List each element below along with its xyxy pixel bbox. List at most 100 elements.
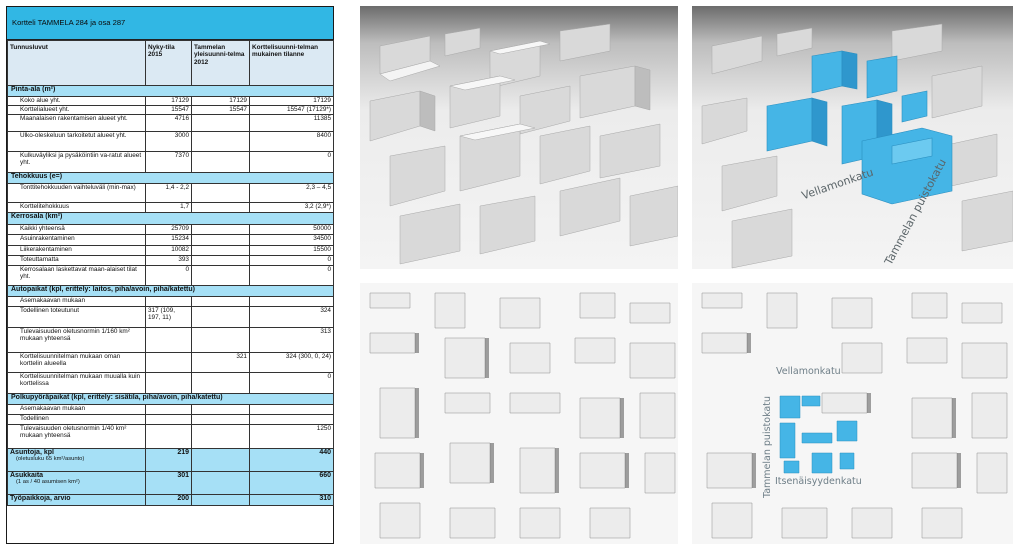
section-tehokkuus: Tehokkuus (e=) [7, 172, 334, 184]
perspective-render-current [369, 23, 678, 265]
cell-label: Todellinen [7, 414, 146, 425]
cell-value [145, 327, 192, 353]
cell-value [191, 327, 250, 353]
cell-label: Maanalaisen rakentamisen alueet yht. [7, 114, 146, 132]
cell-value: 0 [249, 265, 334, 286]
cell-value: 15547 [145, 105, 192, 115]
cell-label: Tonttitehokkuuden vaihteluväli (min-max) [7, 183, 146, 203]
cell-label: Liikerakentaminen [7, 245, 146, 256]
cell-value: 3,2 (2,9*) [249, 202, 334, 213]
table-row: Kerrosalaan laskettavat maan-alaiset til… [7, 265, 334, 286]
cell-value: 11385 [249, 114, 334, 132]
cell-value: 660 [249, 471, 334, 495]
table-row: Koko alue yht. 17129 17129 17129 [7, 96, 334, 106]
cell-value [249, 296, 334, 307]
summary-label: Asuntoja, kpl [10, 449, 54, 457]
table-row: Kaikki yhteensä 25709 50000 [7, 224, 334, 235]
table-row: Tulevaisuuden oletusnormin 1/40 km² muka… [7, 424, 334, 449]
cell-value: 301 [145, 471, 192, 495]
summary-note: (1 as / 40 asumisen km²) [16, 479, 80, 486]
cell-label: Työpaikkoja, arvio [7, 494, 146, 506]
cell-value [145, 414, 192, 425]
cell-label: Tulevaisuuden oletusnormin 1/160 km² muk… [7, 327, 146, 353]
cell-value: 4716 [145, 114, 192, 132]
cell-value: 34500 [249, 234, 334, 246]
cell-value: 393 [145, 255, 192, 266]
summary-label: Asukkaita [10, 472, 44, 480]
cell-label: Kerrosalaan laskettavat maan-alaiset til… [7, 265, 146, 286]
table-row: Asemakaavan mukaan [7, 404, 334, 415]
table-row: Kulkuväyliksi ja pysäköintiin va-ratut a… [7, 151, 334, 173]
cell-value: 0 [249, 151, 334, 173]
cell-value [145, 404, 192, 415]
cell-value [249, 404, 334, 415]
section-row: Tehokkuus (e=) [7, 172, 334, 184]
section-row: Kerrosala (km²) [7, 212, 334, 225]
data-table: Tunnusluvut Nyky-tila 2015 Tammelan ylei… [7, 40, 334, 506]
cell-value: 50000 [249, 224, 334, 235]
cell-label: Kaikki yhteensä [7, 224, 146, 235]
cell-value [145, 296, 192, 307]
cell-value: 15547 [191, 105, 250, 115]
cell-value: 17129 [191, 96, 250, 106]
cell-value: 10082 [145, 245, 192, 256]
cell-value: 200 [145, 494, 192, 506]
cell-label: Korttelialueet yht. [7, 105, 146, 115]
cell-value [191, 404, 250, 415]
cell-value: 1,7 [145, 202, 192, 213]
cell-value: 219 [145, 448, 192, 472]
section-pinta-ala: Pinta-ala (m²) [7, 85, 334, 97]
cell-label: Asuntoja, kpl (oletusluku 65 km²/asunto) [7, 448, 146, 472]
cell-value: 0 [145, 265, 192, 286]
header-tunnusluvut: Tunnusluvut [7, 40, 146, 86]
section-row: Autopaikat (kpl, erittely: laitos, piha/… [7, 285, 334, 297]
cell-value [191, 372, 250, 394]
cell-label: Koko alue yht. [7, 96, 146, 106]
cell-value: 324 (300, 0, 24) [249, 352, 334, 373]
section-row: Pinta-ala (m²) [7, 85, 334, 97]
cell-value: 440 [249, 448, 334, 472]
cell-value [191, 306, 250, 328]
cell-value: 313 [249, 327, 334, 353]
perspective-view-current [360, 6, 678, 269]
header-yleissuunnitelma: Tammelan yleisuunni-telma 2012 [191, 40, 250, 86]
table-row: Korttelisuunnitelman mukaan muualla kuin… [7, 372, 334, 394]
cell-value: 0 [249, 372, 334, 394]
cell-value: 3000 [145, 131, 192, 152]
cell-label: Kulkuväyliksi ja pysäköintiin va-ratut a… [7, 151, 146, 173]
cell-value [191, 296, 250, 307]
section-kerrosala: Kerrosala (km²) [7, 212, 334, 225]
cell-value: 17129 [249, 96, 334, 106]
cell-value [145, 372, 192, 394]
header-nykytila: Nyky-tila 2015 [145, 40, 192, 86]
cell-label: Ulko-oleskeluun tarkoitetut alueet yht. [7, 131, 146, 152]
table-row: Toteuttamatta 393 0 [7, 255, 334, 266]
summary-label: Työpaikkoja, arvio [10, 495, 71, 503]
data-table-panel: Kortteli TAMMELA 284 ja osa 287 Tunnuslu… [6, 6, 334, 544]
section-autopaikat: Autopaikat (kpl, erittely: laitos, piha/… [7, 285, 334, 297]
cell-value [145, 352, 192, 373]
cell-value: 321 [191, 352, 250, 373]
cell-value [191, 448, 250, 472]
cell-label: Toteuttamatta [7, 255, 146, 266]
cell-value [191, 265, 250, 286]
cell-label: Asuinrakentaminen [7, 234, 146, 246]
cell-value: 2,3 – 4,5 [249, 183, 334, 203]
cell-value: 317 (109, 197, 11) [145, 306, 192, 328]
summary-note: (oletusluku 65 km²/asunto) [16, 456, 85, 463]
cell-value [191, 183, 250, 203]
perspective-view-planned: Vellamonkatu Tammelan puistokatu [692, 6, 1013, 269]
cell-value: 1,4 - 2,2 [145, 183, 192, 203]
cell-value [191, 202, 250, 213]
cell-value: 310 [249, 494, 334, 506]
table-row: Todellinen toteutunut 317 (109, 197, 11) 3… [7, 306, 334, 328]
table-row: Todellinen [7, 414, 334, 425]
cell-label: Asukkaita (1 as / 40 asumisen km²) [7, 471, 146, 495]
cell-value [191, 255, 250, 266]
table-row: Ulko-oleskeluun tarkoitetut alueet yht. 3… [7, 131, 334, 152]
cell-value [191, 414, 250, 425]
section-row: Polkupyöräpaikat (kpl, erittely: sisätil… [7, 393, 334, 405]
cell-value [191, 471, 250, 495]
cell-value [191, 424, 250, 449]
cell-label: Todellinen toteutunut [7, 306, 146, 328]
